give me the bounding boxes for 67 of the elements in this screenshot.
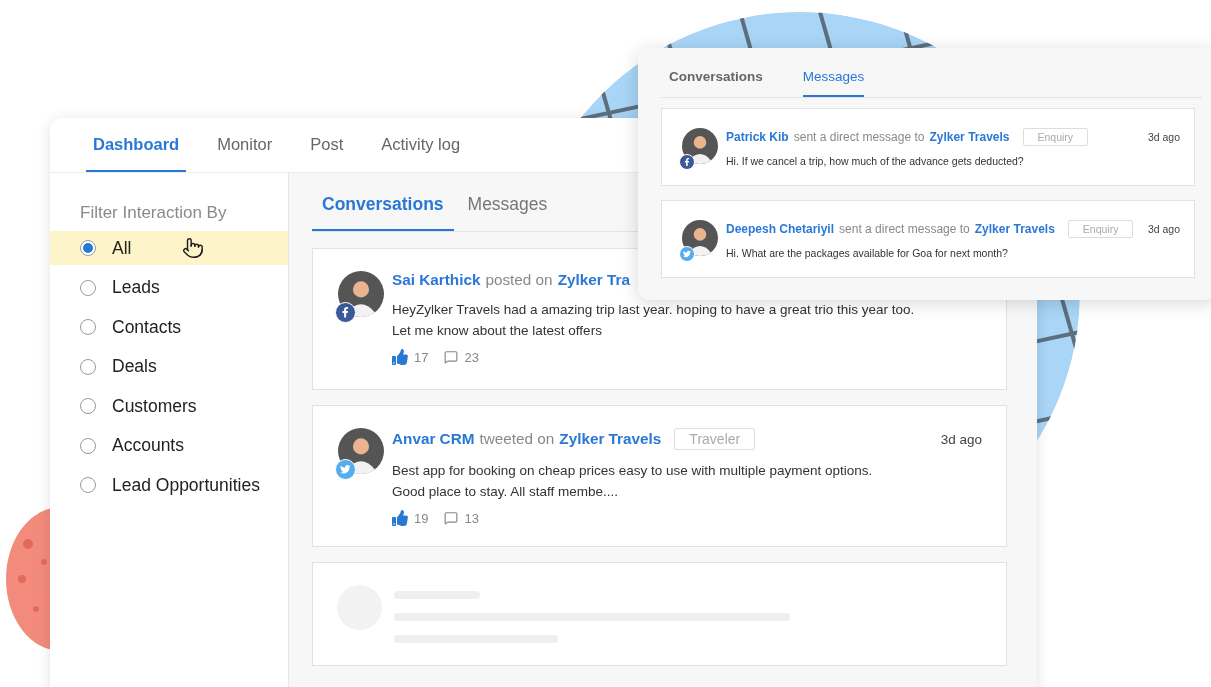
radio-button[interactable] — [80, 279, 96, 296]
author-link[interactable]: Patrick Kib — [726, 130, 789, 144]
comment-count: 23 — [464, 349, 479, 365]
like-count: 17 — [414, 349, 429, 365]
time-text: 3d ago — [1147, 131, 1180, 143]
filter-option[interactable]: Deals — [50, 349, 288, 384]
author-link[interactable]: Anvar CRM — [392, 430, 475, 448]
author-link[interactable]: Deepesh Chetariyil — [726, 222, 835, 236]
radio-button[interactable] — [80, 437, 96, 454]
hand-cursor-icon — [182, 237, 204, 259]
facebook-icon — [335, 302, 356, 323]
action-text: posted on — [485, 271, 553, 289]
message-text: Hi. If we cancel a trip, how much of the advance gets deducted? — [726, 155, 1025, 167]
action-text: sent a direct message to — [839, 222, 970, 236]
bird-icon — [335, 459, 356, 480]
option-label: Deals — [112, 356, 157, 377]
time-text: 3d ago — [940, 431, 982, 447]
filter-option[interactable]: Leads — [50, 270, 288, 305]
action-text: tweeted on — [479, 430, 555, 448]
radio-button[interactable] — [80, 477, 96, 493]
radio-button[interactable] — [80, 240, 96, 256]
tag: Enquiry — [1022, 128, 1089, 146]
comment-count: 13 — [464, 510, 479, 526]
thumbs-up-icon[interactable] — [392, 510, 408, 526]
message-text: Hi. What are the packages available for Goa for next month? — [726, 247, 1009, 259]
thumbs-up-icon[interactable] — [392, 349, 408, 365]
action-text: sent a direct message to — [793, 130, 925, 144]
option-label: Customers — [112, 395, 197, 417]
avatar — [682, 220, 718, 256]
filter-option[interactable]: Customers — [50, 389, 288, 423]
tab[interactable]: Activity log — [374, 118, 468, 172]
page-link[interactable]: Zylker Travels — [974, 222, 1055, 236]
tab[interactable]: Conversations — [669, 69, 763, 97]
author-link[interactable]: Sai Karthick — [392, 271, 481, 289]
post-text: HeyZylker Travels had a amazing trip last year. hoping to have a great trio this year too. Let me know about the latest offers — [392, 301, 916, 340]
post-text: Best app for booking on cheap prices easy to use with multiple payment options. Good place to stay. All staff membe.... — [392, 462, 874, 501]
radio-button[interactable] — [80, 358, 96, 375]
comment-icon[interactable] — [444, 511, 459, 525]
tag: Traveler — [674, 428, 756, 450]
time-text: 3d ago — [1147, 223, 1180, 235]
page-link[interactable]: Zylker Travels — [929, 130, 1010, 144]
option-label: Accounts — [112, 435, 184, 456]
avatar — [682, 128, 718, 164]
tab[interactable]: Post — [303, 118, 351, 172]
filter-option[interactable]: Lead Opportunities — [50, 468, 288, 502]
facebook-icon — [679, 154, 695, 170]
like-count: 19 — [414, 510, 429, 526]
option-label: Lead Opportunities — [112, 474, 260, 496]
radio-button[interactable] — [80, 398, 96, 414]
option-label: All — [112, 237, 132, 259]
tab[interactable]: Dashboard — [86, 118, 187, 172]
filter-option[interactable]: Contacts — [50, 310, 288, 344]
tag: Enquiry — [1067, 220, 1134, 238]
tab[interactable]: Messages — [457, 194, 558, 231]
option-label: Leads — [112, 277, 160, 298]
page-link[interactable]: Zylker Travels — [559, 430, 662, 448]
radio-button[interactable] — [80, 319, 96, 335]
filter-title: Filter Interaction By — [79, 203, 228, 223]
filter-option[interactable]: All — [50, 231, 288, 265]
page-link[interactable]: Zylker Tra — [557, 271, 630, 289]
option-label: Contacts — [112, 316, 182, 338]
bird-icon — [679, 246, 695, 262]
comment-icon[interactable] — [444, 350, 459, 364]
tab[interactable]: Conversations — [312, 194, 454, 231]
filter-option[interactable]: Accounts — [50, 428, 288, 463]
tab[interactable]: Monitor — [210, 118, 280, 172]
tab[interactable]: Messages — [802, 69, 865, 97]
